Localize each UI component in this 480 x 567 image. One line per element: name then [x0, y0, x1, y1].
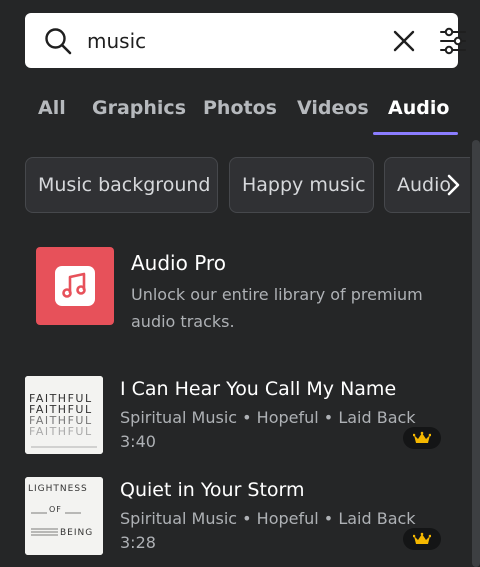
search-icon [45, 28, 72, 55]
cover-text: FAITHFUL [29, 425, 93, 438]
track-meta: Spiritual Music • Hopeful • Laid Back [120, 509, 416, 528]
promo-title: Audio Pro [131, 251, 226, 275]
close-icon[interactable] [391, 28, 417, 54]
premium-badge [403, 528, 441, 550]
audio-search-panel: music All Graphics Photos Videos Audio M… [0, 0, 480, 567]
chip-music-background[interactable]: Music background [25, 157, 218, 213]
track-item[interactable]: FAITHFUL FAITHFUL FAITHFUL FAITHFUL I Ca… [25, 376, 465, 456]
suggestion-chips: Music background Happy music Audio [0, 157, 470, 215]
tab-videos[interactable]: Videos [297, 88, 369, 128]
tab-photos[interactable]: Photos [203, 88, 277, 128]
track-title: I Can Hear You Call My Name [120, 378, 397, 400]
cover-text: BEING [60, 528, 93, 538]
music-note-icon [62, 272, 86, 298]
search-bar[interactable]: music [25, 13, 466, 68]
audio-pro-tile [36, 247, 114, 325]
tab-graphics[interactable]: Graphics [92, 88, 186, 128]
search-input[interactable]: music [87, 13, 146, 68]
track-cover: FAITHFUL FAITHFUL FAITHFUL FAITHFUL [25, 376, 103, 454]
tab-all[interactable]: All [38, 88, 66, 128]
scrollbar[interactable] [472, 140, 480, 567]
category-tabs: All Graphics Photos Videos Audio [0, 88, 480, 138]
album-art: LIGHTNESS OF BEING [25, 477, 103, 555]
track-duration: 3:40 [120, 432, 156, 451]
audio-pro-promo[interactable]: Audio Pro Unlock our entire library of p… [36, 247, 456, 337]
cover-text: OF [49, 505, 62, 514]
crown-icon [413, 532, 431, 544]
cover-text: LIGHTNESS [28, 484, 88, 494]
tab-audio[interactable]: Audio [388, 88, 449, 128]
track-item[interactable]: LIGHTNESS OF BEING Quiet in Your Storm S… [25, 477, 465, 557]
track-title: Quiet in Your Storm [120, 479, 305, 501]
album-art: FAITHFUL FAITHFUL FAITHFUL FAITHFUL [25, 376, 103, 454]
track-meta: Spiritual Music • Hopeful • Laid Back [120, 408, 416, 427]
chevron-right-icon[interactable] [438, 169, 468, 201]
filter-sliders-icon[interactable] [437, 25, 469, 57]
premium-badge [403, 427, 441, 449]
track-duration: 3:28 [120, 533, 156, 552]
active-tab-indicator [373, 132, 458, 135]
chip-happy-music[interactable]: Happy music [229, 157, 374, 213]
promo-description: Unlock our entire library of premium aud… [131, 285, 423, 331]
track-cover: LIGHTNESS OF BEING [25, 477, 103, 555]
crown-icon [413, 431, 431, 443]
